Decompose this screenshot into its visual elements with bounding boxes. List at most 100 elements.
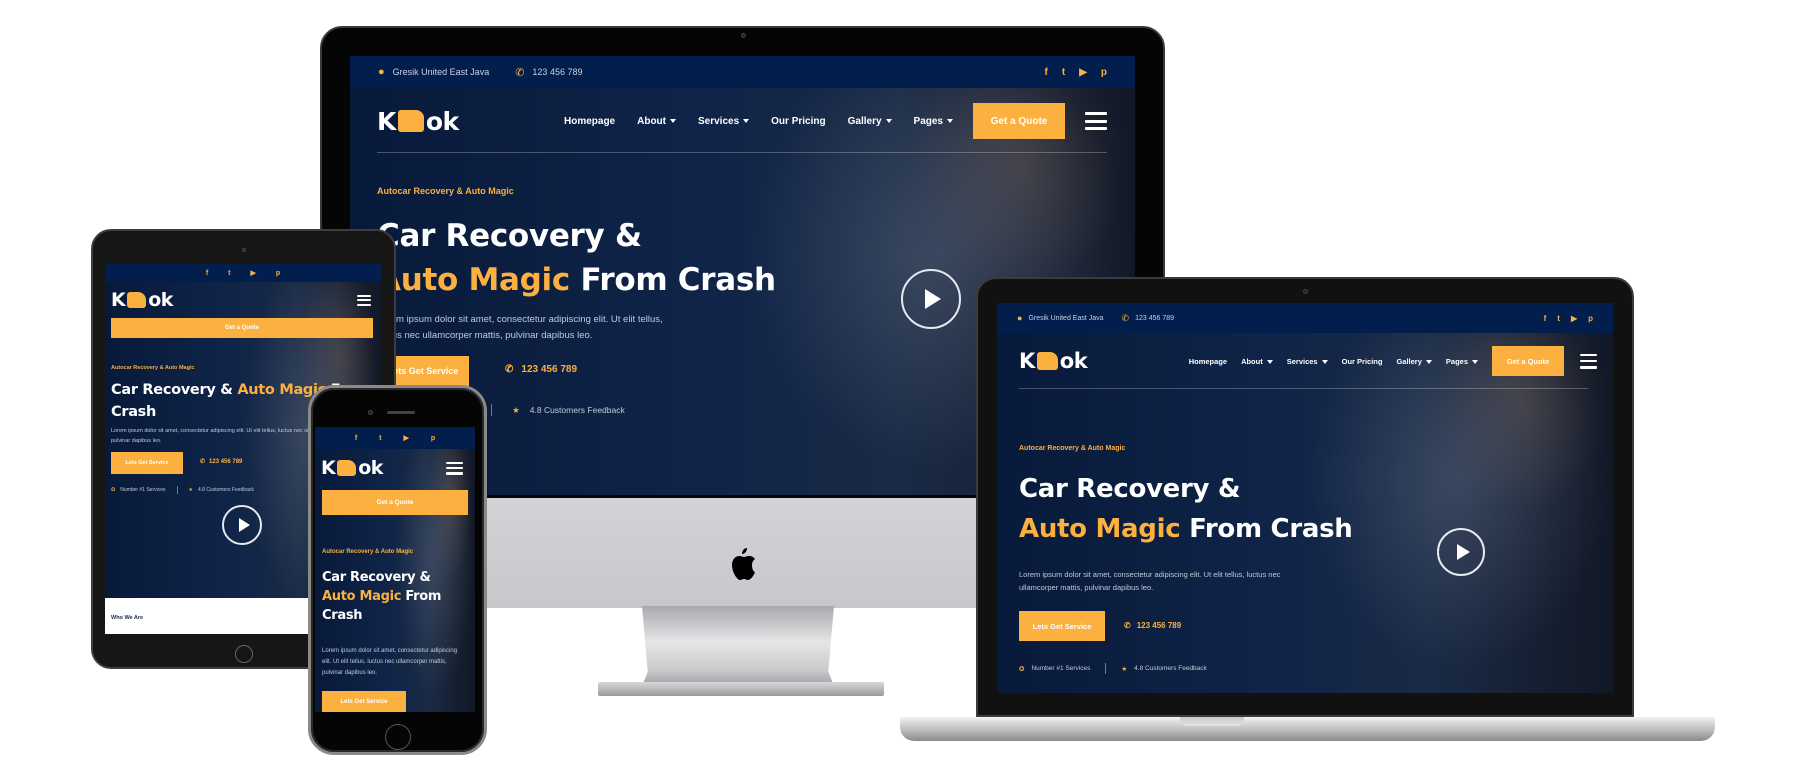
chevron-down-icon (1321, 359, 1328, 364)
webcam-icon (242, 248, 246, 252)
main-nav: K ok Homepage About Services Our Pricing… (350, 88, 1135, 154)
nav-item-our-pricing[interactable]: Our Pricing (771, 116, 825, 127)
phone-icon: ✆ (515, 66, 525, 79)
get-quote-button[interactable]: Get a Quote (973, 103, 1065, 139)
phone-icon: ✆ (505, 364, 514, 375)
hamburger-icon[interactable] (357, 294, 371, 306)
logo-wrench-icon (337, 460, 357, 476)
site-logo[interactable]: K ok (377, 107, 459, 136)
laptop-notch (1180, 717, 1244, 726)
monitor-foot (598, 682, 884, 696)
lets-get-service-button[interactable]: Lets Get Service (111, 452, 183, 474)
who-we-are-heading: Who We Are (111, 615, 144, 621)
pinterest-icon[interactable]: p (276, 270, 280, 277)
site-logo[interactable]: Kok (1019, 349, 1088, 373)
hamburger-icon[interactable] (446, 461, 463, 475)
nav-menu: Homepage About Services Our Pricing Gall… (564, 116, 953, 127)
facebook-icon[interactable]: f (206, 270, 208, 277)
hero-phone[interactable]: ✆ 123 456 789 (505, 364, 577, 375)
lets-get-service-button[interactable]: Lets Get Service (322, 691, 406, 712)
pinterest-icon[interactable]: p (1588, 314, 1593, 323)
nav-item-pages[interactable]: Pages (1446, 357, 1478, 366)
location-text: Gresik United East Java (1028, 314, 1104, 322)
twitter-icon[interactable]: t (379, 435, 381, 442)
hamburger-icon[interactable] (1580, 353, 1597, 369)
nav-item-services[interactable]: Services (1287, 357, 1328, 366)
main-nav: Kok Homepage About Services Our Pricing … (997, 333, 1613, 389)
star-icon: ★ (512, 404, 520, 415)
twitter-icon[interactable]: t (1062, 67, 1065, 78)
nav-item-about[interactable]: About (637, 116, 676, 127)
pinterest-icon[interactable]: p (1101, 67, 1107, 78)
hero-tagline: Autocar Recovery & Auto Magic (322, 549, 414, 555)
chevron-down-icon (947, 118, 953, 123)
hero-tagline: Autocar Recovery & Auto Magic (111, 365, 195, 371)
get-quote-button[interactable]: Get a Quote (111, 318, 373, 338)
youtube-icon[interactable]: ▶ (1079, 67, 1087, 78)
hero-description: Lorem ipsum dolor sit amet, consectetur … (1019, 570, 1281, 592)
play-video-button[interactable] (222, 505, 262, 545)
hero-title: Car Recovery & Auto Magic From Crash (377, 218, 776, 298)
topbar-phone[interactable]: 123 456 789 (532, 67, 582, 77)
phone-icon: ✆ (1121, 312, 1130, 323)
youtube-icon[interactable]: ▶ (251, 269, 256, 277)
monitor-stand (642, 606, 834, 686)
topbar-phone[interactable]: 123 456 789 (1135, 315, 1174, 322)
hero-phone[interactable]: ✆ 123 456 789 (1124, 621, 1181, 630)
nav-item-pages[interactable]: Pages (914, 116, 953, 127)
hero-tagline: Autocar Recovery & Auto Magic (1019, 445, 1126, 452)
earpiece-speaker (387, 411, 415, 414)
youtube-icon[interactable]: ▶ (1571, 314, 1577, 323)
hero-badges: ✪Number #1 Services ★4.8 Customers Feedb… (1019, 663, 1207, 674)
twitter-icon[interactable]: t (228, 270, 230, 277)
twitter-icon[interactable]: t (1557, 314, 1560, 323)
play-video-button[interactable] (901, 269, 961, 329)
nav-menu: Homepage About Services Our Pricing Gall… (1189, 357, 1478, 366)
facebook-icon[interactable]: f (355, 435, 357, 442)
location-text: Gresik United East Java (392, 67, 490, 77)
home-button (385, 724, 411, 750)
nav-item-homepage[interactable]: Homepage (564, 116, 615, 127)
play-video-button[interactable] (1437, 528, 1485, 576)
main-nav: Kok (105, 282, 381, 318)
apple-logo-icon (732, 548, 755, 580)
laptop-screen: ● Gresik United East Java ✆ 123 456 789 … (997, 303, 1613, 693)
nav-item-gallery[interactable]: Gallery (1396, 357, 1432, 366)
phone-icon: ✆ (1124, 621, 1131, 630)
youtube-icon[interactable]: ▶ (404, 434, 409, 442)
topbar: ● Gresik United East Java ✆ 123 456 789 … (997, 303, 1613, 333)
chevron-down-icon (743, 118, 750, 123)
pinterest-icon[interactable]: p (431, 435, 435, 442)
map-pin-icon: ● (1017, 313, 1023, 323)
star-icon: ★ (1121, 665, 1128, 673)
chevron-down-icon (1472, 359, 1478, 364)
chevron-down-icon (1266, 359, 1273, 364)
facebook-icon[interactable]: f (1544, 314, 1547, 323)
phone-screen: f t ▶ p Kok Get a Quote Autocar Recovery… (315, 427, 475, 712)
logo-wrench-icon (127, 292, 147, 308)
get-quote-button[interactable]: Get a Quote (322, 490, 468, 515)
site-logo[interactable]: Kok (111, 289, 173, 311)
topbar: f t ▶ p (105, 264, 381, 282)
hero-badges: ✪Number #1 Services ★4.8 Customers Feedb… (111, 486, 254, 494)
topbar-info: ● Gresik United East Java ✆ 123 456 789 (378, 66, 582, 79)
nav-item-about[interactable]: About (1241, 357, 1273, 366)
hero-title: Car Recovery & Auto Magic From Crash (322, 570, 442, 623)
site-logo[interactable]: Kok (321, 457, 383, 479)
award-icon: ✪ (111, 487, 116, 493)
logo-text-right: ok (425, 106, 459, 136)
facebook-icon[interactable]: f (1045, 67, 1048, 78)
nav-item-gallery[interactable]: Gallery (848, 116, 892, 127)
social-links: f t ▶ p (1045, 67, 1108, 78)
nav-item-services[interactable]: Services (698, 116, 750, 127)
webcam-icon (741, 33, 746, 38)
hero-phone[interactable]: ✆ 123 456 789 (200, 458, 242, 466)
lets-get-service-button[interactable]: Lets Get Service (1019, 611, 1105, 641)
hero-tagline: Autocar Recovery & Auto Magic (377, 186, 514, 196)
get-quote-button[interactable]: Get a Quote (1492, 346, 1564, 376)
nav-item-homepage[interactable]: Homepage (1189, 357, 1227, 366)
topbar: ● Gresik United East Java ✆ 123 456 789 … (350, 56, 1135, 88)
nav-item-our-pricing[interactable]: Our Pricing (1342, 357, 1383, 366)
award-icon: ✪ (1019, 665, 1025, 673)
hamburger-icon[interactable] (1085, 112, 1107, 130)
